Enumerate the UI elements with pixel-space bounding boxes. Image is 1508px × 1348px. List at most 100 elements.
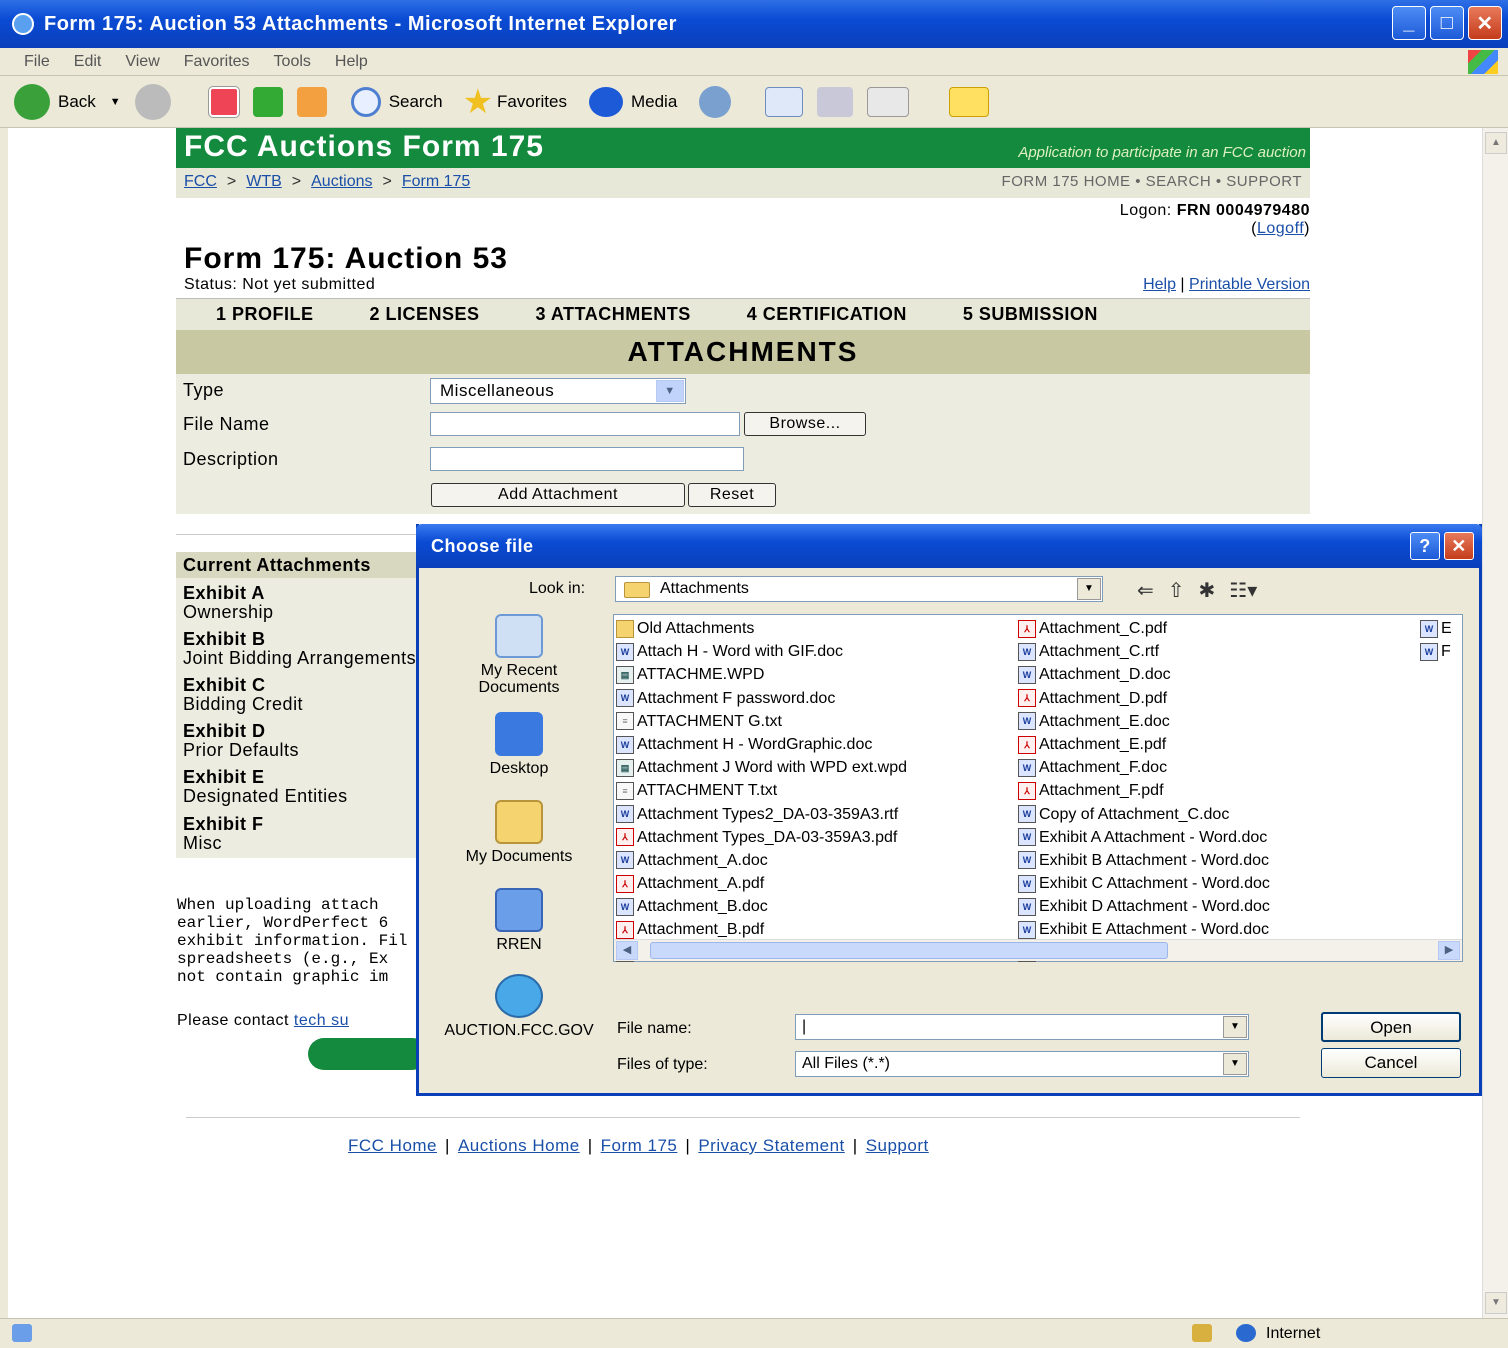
file-item[interactable]: ▤ Attachment J Word with WPD ext.wpd [616,756,907,779]
scroll-right-icon[interactable]: ▶ [1438,941,1460,960]
step-certification[interactable]: 4 CERTIFICATION [747,304,907,325]
favorites-button[interactable]: ★ Favorites [463,82,567,122]
description-input[interactable] [430,447,744,471]
place-recent[interactable]: My Recent Documents [439,614,599,696]
open-button[interactable]: Open [1321,1012,1461,1042]
refresh-button[interactable] [252,86,283,117]
file-item[interactable]: ⅄ Attachment_A.pdf [616,872,907,895]
place-network[interactable]: AUCTION.FCC.GOV [439,974,599,1039]
stop-button[interactable] [207,85,240,118]
cancel-button[interactable]: Cancel [1321,1048,1461,1078]
file-item[interactable]: WF [1420,640,1452,663]
file-item[interactable]: W Exhibit B Attachment - Word.doc [1018,849,1270,872]
minimize-button[interactable]: _ [1392,6,1426,40]
footer-support[interactable]: Support [866,1136,929,1156]
scroll-thumb[interactable] [650,942,1168,959]
footer-privacy[interactable]: Privacy Statement [698,1136,844,1156]
edit-button[interactable] [867,86,910,117]
file-item[interactable]: W Attach H - Word with GIF.doc [616,640,907,663]
file-item[interactable]: ⅄ Attachment_E.pdf [1018,733,1270,756]
new-folder-icon[interactable]: ✱ [1199,578,1216,603]
step-attachments[interactable]: 3 ATTACHMENTS [536,304,691,325]
file-item[interactable]: ≡ ATTACHMENT T.txt [616,779,907,802]
file-name-combo[interactable]: | ▼ [795,1014,1249,1040]
vertical-scrollbar[interactable]: ▲ ▼ [1482,128,1508,1318]
file-item[interactable]: W Attachment_F.doc [1018,756,1270,779]
scroll-left-icon[interactable]: ◀ [616,941,638,960]
file-item[interactable]: ⅄ Attachment Types_DA-03-359A3.pdf [616,826,907,849]
menu-view[interactable]: View [125,53,159,71]
look-in-select[interactable]: Attachments ▼ [615,576,1103,602]
logoff-link[interactable]: Logoff [1257,220,1304,237]
back-arrow-icon[interactable]: ⇐ [1137,578,1154,603]
type-select[interactable]: Miscellaneous ▼ [430,378,686,404]
file-item[interactable]: W Attachment_E.doc [1018,710,1270,733]
file-item[interactable]: W Attachment Types2_DA-03-359A3.rtf [616,803,907,826]
step-profile[interactable]: 1 PROFILE [216,304,314,325]
footer-fcc-home[interactable]: FCC Home [348,1136,437,1156]
crumb-auctions[interactable]: Auctions [311,173,372,191]
search-button[interactable]: Search [350,86,443,117]
print-button[interactable] [817,86,854,117]
file-item[interactable]: W Exhibit A Attachment - Word.doc [1018,826,1270,849]
browse-button[interactable]: Browse... [744,412,866,436]
file-item[interactable]: W Attachment F password.doc [616,687,907,710]
continue-button[interactable] [308,1038,428,1070]
view-menu-icon[interactable]: ☷▾ [1229,578,1257,603]
file-item[interactable]: W Copy of Attachment_C.doc [1018,803,1270,826]
close-button[interactable]: ✕ [1468,6,1502,40]
horizontal-scrollbar[interactable]: ◀ ▶ [614,939,1462,961]
menu-edit[interactable]: Edit [74,53,102,71]
mail-button[interactable] [765,86,804,117]
place-desktop[interactable]: Desktop [439,712,599,777]
step-licenses[interactable]: 2 LICENSES [370,304,480,325]
history-button[interactable] [699,85,739,118]
menu-help[interactable]: Help [335,53,368,71]
home-button[interactable] [296,86,327,117]
file-item[interactable]: W Attachment_D.doc [1018,663,1270,686]
menu-tools[interactable]: Tools [274,53,311,71]
file-item[interactable]: ⅄ Attachment_D.pdf [1018,687,1270,710]
file-item[interactable]: Old Attachments [616,617,907,640]
file-item[interactable]: W Attachment_B.doc [616,895,907,918]
media-button[interactable]: Media [588,86,677,117]
file-item[interactable]: WE [1420,617,1452,640]
place-my-documents[interactable]: My Documents [439,800,599,865]
file-item[interactable]: ⅄ Attachment_F.pdf [1018,779,1270,802]
file-item[interactable]: W Attachment_C.rtf [1018,640,1270,663]
file-item[interactable]: ⅄ Attachment_C.pdf [1018,617,1270,640]
file-item[interactable]: W Attachment H - WordGraphic.doc [616,733,907,756]
printable-link[interactable]: Printable Version [1189,276,1310,293]
footer-auctions-home[interactable]: Auctions Home [458,1136,580,1156]
footer-form175[interactable]: Form 175 [601,1136,678,1156]
file-item[interactable]: ≡ ATTACHMENT G.txt [616,710,907,733]
messenger-button[interactable] [949,86,990,117]
menu-favorites[interactable]: Favorites [184,53,250,71]
file-type-combo[interactable]: All Files (*.*) ▼ [795,1051,1249,1077]
file-item[interactable]: W Exhibit C Attachment - Word.doc [1018,872,1270,895]
crumb-form175[interactable]: Form 175 [402,173,470,191]
step-submission[interactable]: 5 SUBMISSION [963,304,1098,325]
file-item[interactable]: ▤ ATTACHME.WPD [616,663,907,686]
header-links[interactable]: FORM 175 HOME • SEARCH • SUPPORT [1002,173,1302,190]
file-name-input[interactable] [430,412,740,436]
place-rren[interactable]: RREN [439,888,599,953]
up-folder-icon[interactable]: ⇧ [1168,578,1185,603]
scroll-up-icon[interactable]: ▲ [1485,132,1507,154]
crumb-wtb[interactable]: WTB [246,173,282,191]
crumb-fcc[interactable]: FCC [184,173,217,191]
back-button[interactable]: Back ▼ [14,83,121,120]
forward-button[interactable] [134,83,179,120]
reset-button[interactable]: Reset [688,483,776,507]
close-icon[interactable]: ✕ [1444,532,1474,560]
file-item[interactable]: W Exhibit D Attachment - Word.doc [1018,895,1270,918]
maximize-button[interactable]: □ [1430,6,1464,40]
file-item[interactable]: W Attachment_A.doc [616,849,907,872]
scroll-down-icon[interactable]: ▼ [1485,1292,1507,1314]
tech-support-link[interactable]: tech su [294,1012,349,1029]
help-link[interactable]: Help [1143,276,1176,293]
history-icon [699,85,732,118]
add-attachment-button[interactable]: Add Attachment [431,483,685,507]
menu-file[interactable]: File [24,53,50,71]
help-icon[interactable]: ? [1410,532,1440,560]
